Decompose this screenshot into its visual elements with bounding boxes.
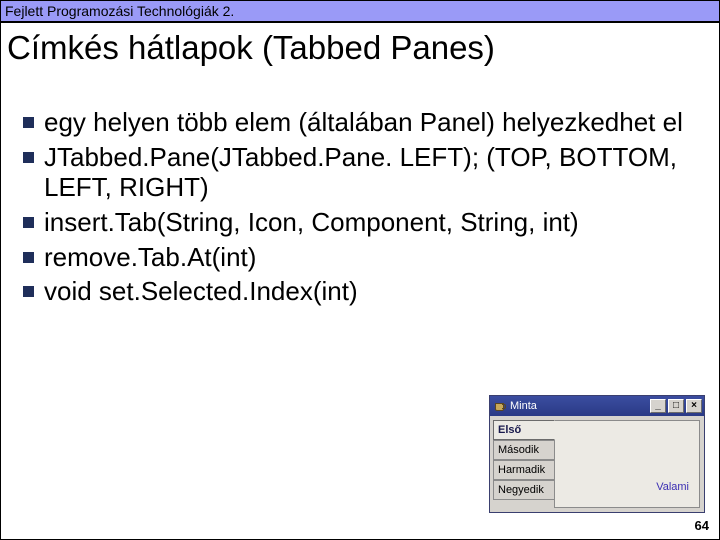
list-item: remove.Tab.At(int) — [23, 242, 701, 273]
bullet-text: void set.Selected.Index(int) — [44, 276, 358, 307]
slide: Fejlett Programozási Technológiák 2. Cím… — [0, 0, 720, 540]
bullet-icon — [23, 217, 34, 228]
bullet-icon — [23, 152, 34, 163]
page-number: 64 — [695, 518, 709, 533]
minimize-button[interactable]: _ — [650, 399, 666, 413]
window-title: Minta — [510, 400, 537, 412]
close-button[interactable]: × — [686, 399, 702, 413]
list-item: void set.Selected.Index(int) — [23, 276, 701, 307]
bullet-icon — [23, 286, 34, 297]
pane-label: Valami — [656, 481, 689, 493]
window-body: Első Második Harmadik Negyedik Valami — [490, 416, 704, 512]
titlebar[interactable]: Minta _ □ × — [490, 396, 704, 416]
list-item: egy helyen több elem (általában Panel) h… — [23, 107, 701, 138]
bullet-text: insert.Tab(String, Icon, Component, Stri… — [44, 207, 579, 238]
course-header: Fejlett Programozási Technológiák 2. — [1, 1, 719, 23]
maximize-button[interactable]: □ — [668, 399, 684, 413]
bullet-text: remove.Tab.At(int) — [44, 242, 256, 273]
list-item: JTabbed.Pane(JTabbed.Pane. LEFT); (TOP, … — [23, 142, 701, 203]
list-item: insert.Tab(String, Icon, Component, Stri… — [23, 207, 701, 238]
tab-second[interactable]: Második — [493, 440, 555, 460]
tab-fourth[interactable]: Negyedik — [493, 480, 555, 500]
bullet-icon — [23, 117, 34, 128]
bullet-text: JTabbed.Pane(JTabbed.Pane. LEFT); (TOP, … — [44, 142, 701, 203]
tab-first[interactable]: Első — [493, 420, 555, 440]
tab-content-pane: Valami — [554, 420, 700, 508]
bullet-icon — [23, 252, 34, 263]
bullet-list: egy helyen több elem (általában Panel) h… — [1, 67, 719, 307]
tab-third[interactable]: Harmadik — [493, 460, 555, 480]
java-cup-icon — [494, 400, 506, 412]
example-window: Minta _ □ × Első Második Harmadik Negyed… — [489, 395, 705, 513]
vertical-tabs: Első Második Harmadik Negyedik — [493, 420, 555, 508]
bullet-text: egy helyen több elem (általában Panel) h… — [44, 107, 683, 138]
page-title: Címkés hátlapok (Tabbed Panes) — [1, 23, 719, 67]
